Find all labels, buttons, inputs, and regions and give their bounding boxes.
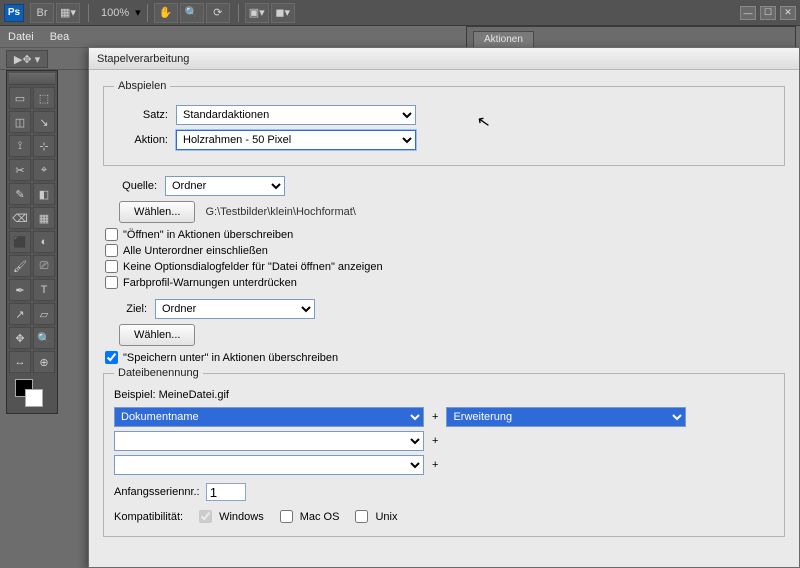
action-label: Aktion:	[114, 134, 168, 146]
actions-panel: Aktionen	[466, 26, 796, 48]
name-token-5-select[interactable]	[114, 455, 424, 475]
plus-icon: +	[432, 411, 438, 423]
compat-windows-checkbox	[199, 510, 212, 523]
override-save-checkbox[interactable]	[105, 351, 118, 364]
compat-unix-label: Unix	[375, 511, 397, 523]
menu-file[interactable]: Datei	[8, 31, 34, 43]
compat-mac-label: Mac OS	[300, 511, 340, 523]
batch-dialog: Stapelverarbeitung ↖ Abspielen Satz: Sta…	[88, 47, 800, 568]
hand-tool-button[interactable]: ✋	[154, 3, 178, 23]
screen-layout-button[interactable]: ◼▾	[271, 3, 295, 23]
zoom-level[interactable]: 100%	[101, 7, 129, 19]
destination-select[interactable]: Ordner	[155, 299, 315, 319]
tool-slot-21[interactable]: 🔍	[33, 327, 55, 349]
action-select[interactable]: Holzrahmen - 50 Pixel	[176, 130, 416, 150]
separator	[238, 4, 239, 22]
tool-slot-2[interactable]: ◫	[9, 111, 31, 133]
menu-edit[interactable]: Bea	[50, 31, 70, 43]
arrange-docs-button[interactable]: ▣▾	[245, 3, 269, 23]
color-swatches[interactable]	[9, 377, 55, 411]
override-open-label: "Öffnen" in Aktionen überschreiben	[123, 229, 293, 241]
set-select[interactable]: Standardaktionen	[176, 105, 416, 125]
tool-slot-9[interactable]: ◧	[33, 183, 55, 205]
plus-icon: +	[432, 459, 438, 471]
suppress-color-warnings-checkbox[interactable]	[105, 276, 118, 289]
tool-slot-20[interactable]: ✥	[9, 327, 31, 349]
tool-slot-16[interactable]: ✒	[9, 279, 31, 301]
tool-slot-19[interactable]: ▱	[33, 303, 55, 325]
background-color[interactable]	[25, 389, 43, 407]
actions-tab[interactable]: Aktionen	[473, 31, 534, 47]
tool-slot-17[interactable]: T	[33, 279, 55, 301]
tool-slot-10[interactable]: ⌫	[9, 207, 31, 229]
example-value: MeineDatei.gif	[159, 389, 229, 401]
tool-slot-15[interactable]: ⎚	[33, 255, 55, 277]
name-token-3-select[interactable]	[114, 431, 424, 451]
compat-windows-label: Windows	[219, 511, 264, 523]
naming-fieldset: Dateibenennung Beispiel: MeineDatei.gif …	[103, 367, 785, 537]
name-token-2-select[interactable]: Erweiterung	[446, 407, 686, 427]
minimize-button[interactable]: —	[740, 6, 756, 20]
separator	[88, 4, 89, 22]
compat-mac-checkbox[interactable]	[280, 510, 293, 523]
suppress-open-dialogs-checkbox[interactable]	[105, 260, 118, 273]
dialog-title: Stapelverarbeitung	[89, 48, 799, 70]
tool-slot-22[interactable]: ↔	[9, 351, 31, 373]
app-topbar: Ps Br ▦▾ 100%▾ ✋ 🔍 ⟳ ▣▾ ◼▾ — ☐ ✕	[0, 0, 800, 26]
source-choose-button[interactable]: Wählen...	[119, 201, 195, 223]
tool-slot-5[interactable]: ⊹	[33, 135, 55, 157]
tool-slot-1[interactable]: ⬚	[33, 87, 55, 109]
play-legend: Abspielen	[114, 80, 170, 92]
tool-slot-7[interactable]: ⌖	[33, 159, 55, 181]
close-button[interactable]: ✕	[780, 6, 796, 20]
tool-slot-3[interactable]: ↘	[33, 111, 55, 133]
tool-slot-8[interactable]: ✎	[9, 183, 31, 205]
source-path: G:\Testbilder\klein\Hochformat\	[205, 206, 355, 218]
tool-slot-23[interactable]: ⊕	[33, 351, 55, 373]
play-fieldset: Abspielen Satz: Standardaktionen Aktion:…	[103, 80, 785, 166]
maximize-button[interactable]: ☐	[760, 6, 776, 20]
bridge-button[interactable]: Br	[30, 3, 54, 23]
compat-label: Kompatibilität:	[114, 511, 183, 523]
source-select[interactable]: Ordner	[165, 176, 285, 196]
override-save-label: "Speichern unter" in Aktionen überschrei…	[123, 352, 338, 364]
naming-legend: Dateibenennung	[114, 367, 203, 379]
set-label: Satz:	[114, 109, 168, 121]
override-open-checkbox[interactable]	[105, 228, 118, 241]
destination-label: Ziel:	[103, 303, 147, 315]
source-label: Quelle:	[103, 180, 157, 192]
tool-slot-18[interactable]: ↗	[9, 303, 31, 325]
separator	[147, 4, 148, 22]
tool-slot-6[interactable]: ✂	[9, 159, 31, 181]
start-serial-input[interactable]	[206, 483, 246, 501]
name-token-1-select[interactable]: Dokumentname	[114, 407, 424, 427]
screen-mode-button[interactable]: ▦▾	[56, 3, 80, 23]
zoom-tool-button[interactable]: 🔍	[180, 3, 204, 23]
app-logo: Ps	[4, 4, 24, 22]
tool-slot-11[interactable]: ▦	[33, 207, 55, 229]
tool-slot-4[interactable]: ⟟	[9, 135, 31, 157]
start-serial-label: Anfangsseriennr.:	[114, 486, 200, 498]
tool-slot-12[interactable]: ⬛	[9, 231, 31, 253]
tool-slot-14[interactable]: 🖌	[9, 255, 31, 277]
tool-slot-0[interactable]: ▭	[9, 87, 31, 109]
tools-panel-grip[interactable]	[9, 73, 55, 85]
rotate-view-button[interactable]: ⟳	[206, 3, 230, 23]
compat-unix-checkbox[interactable]	[355, 510, 368, 523]
plus-icon: +	[432, 435, 438, 447]
tool-slot-13[interactable]: ◐	[33, 231, 55, 253]
active-tool-indicator[interactable]: ▶✥ ▾	[6, 50, 48, 68]
tools-panel: ▭⬚◫↘⟟⊹✂⌖✎◧⌫▦⬛◐🖌⎚✒T↗▱✥🔍↔⊕	[6, 70, 58, 414]
suppress-open-dialogs-label: Keine Optionsdialogfelder für "Datei öff…	[123, 261, 383, 273]
include-subfolders-checkbox[interactable]	[105, 244, 118, 257]
suppress-color-warnings-label: Farbprofil-Warnungen unterdrücken	[123, 277, 297, 289]
dest-choose-button[interactable]: Wählen...	[119, 324, 195, 346]
example-label: Beispiel:	[114, 389, 156, 401]
include-subfolders-label: Alle Unterordner einschließen	[123, 245, 268, 257]
